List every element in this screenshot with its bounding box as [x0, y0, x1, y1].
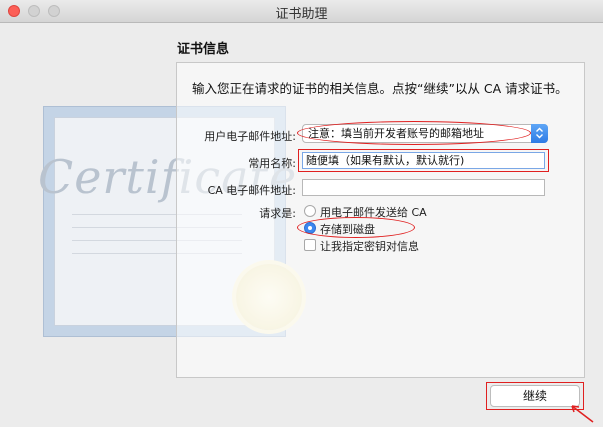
annotation-arrow-icon — [571, 405, 594, 423]
certificate-assistant-window: 证书助理 证书信息 Certificate 输入您正在请求的证书的相关信息。点按… — [0, 0, 603, 427]
